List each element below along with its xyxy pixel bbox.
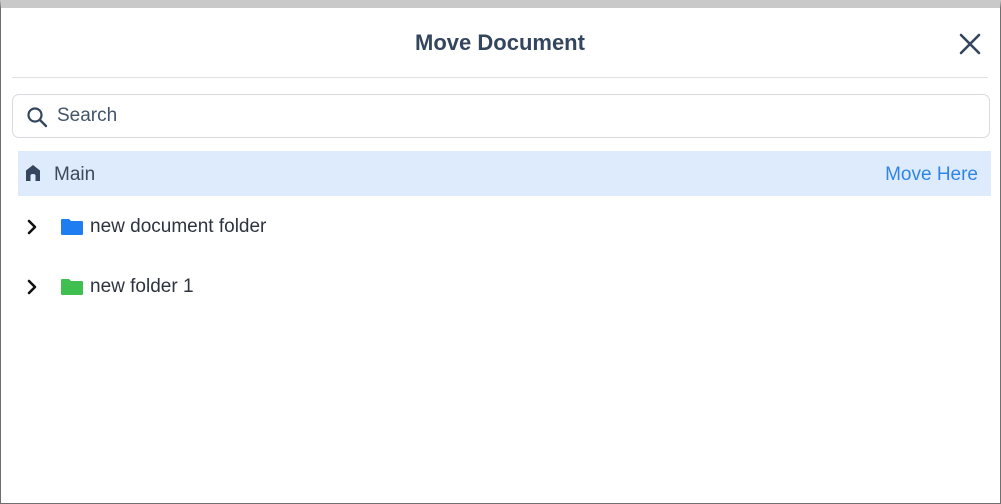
search-icon: [27, 107, 48, 128]
move-here-link[interactable]: Move Here: [885, 164, 978, 186]
folder-icon: [61, 279, 83, 295]
tree-root-label: Main: [54, 164, 96, 185]
chevron-right-icon[interactable]: [24, 217, 40, 237]
dialog-title: Move Document: [415, 30, 585, 55]
folder-label: new folder 1: [90, 276, 194, 297]
close-button[interactable]: [956, 30, 984, 58]
move-document-dialog: Move Document Main Move Here new documen…: [0, 0, 1001, 504]
folder-label: new document folder: [90, 216, 267, 237]
folder-tree-root-main[interactable]: Main Move Here: [18, 151, 991, 196]
dialog-header: Move Document: [12, 8, 988, 78]
folder-icon: [61, 219, 83, 235]
folder-row-new-folder-1[interactable]: new folder 1: [18, 267, 991, 307]
chevron-right-icon[interactable]: [24, 277, 40, 297]
search-input[interactable]: [57, 95, 957, 137]
folder-row-new-document-folder[interactable]: new document folder: [18, 207, 991, 247]
close-icon: [959, 33, 981, 55]
home-icon: [26, 165, 40, 181]
search-box[interactable]: [12, 94, 990, 138]
